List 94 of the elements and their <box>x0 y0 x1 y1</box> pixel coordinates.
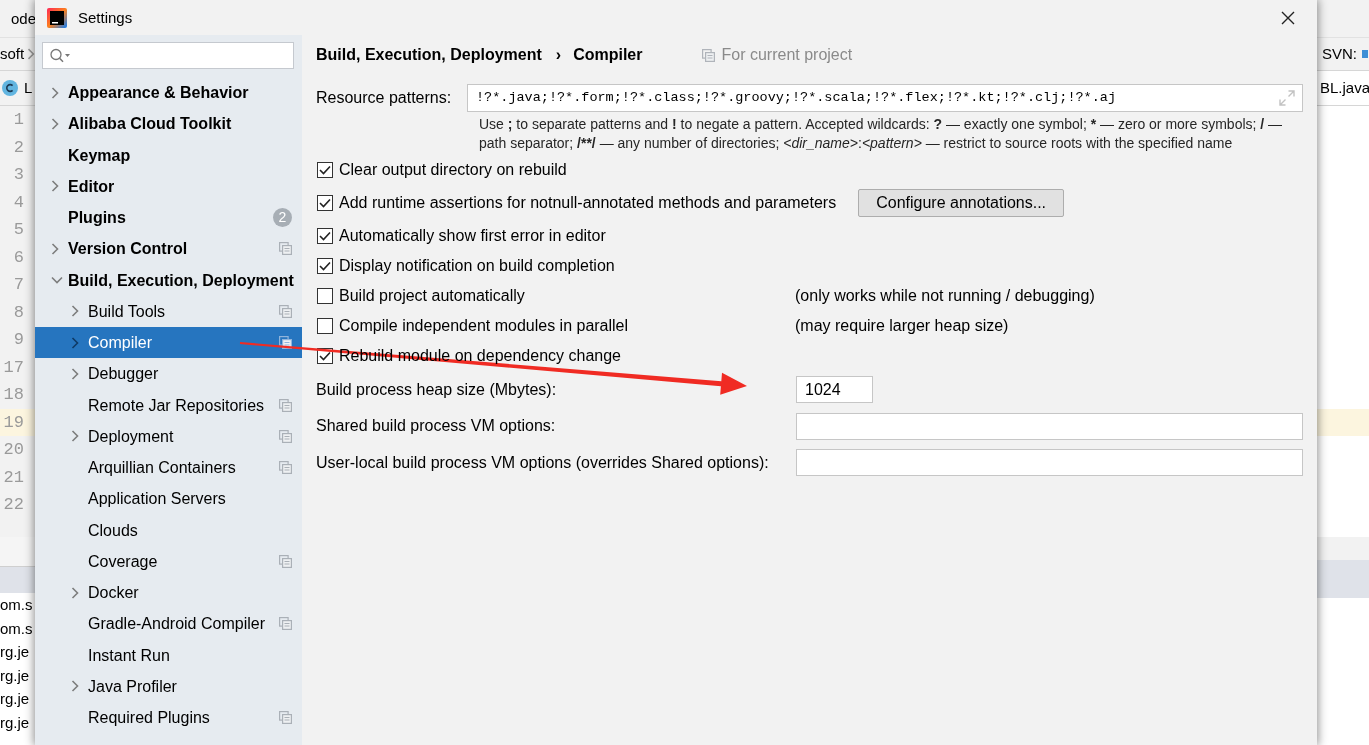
line-number: 4 <box>12 191 25 214</box>
chevron-right-icon[interactable] <box>51 242 59 255</box>
checkbox[interactable] <box>317 195 333 211</box>
line-number: 2 <box>12 136 25 159</box>
line-number: 3 <box>12 164 25 186</box>
line-number: 19 <box>0 408 35 436</box>
sidebar-item[interactable]: Instant Run <box>35 639 302 671</box>
sidebar-item[interactable]: Application Servers <box>35 483 302 515</box>
line-number: 22 <box>2 494 25 516</box>
chevron-right-icon[interactable] <box>51 117 59 130</box>
sidebar-item[interactable]: Editor <box>35 170 302 202</box>
checkbox-label[interactable]: Add runtime assertions for notnull-annotated methods and parameters <box>339 193 837 213</box>
copy-icon <box>702 48 716 62</box>
input-field[interactable]: !?*.java;!?*.form;!?*.class;!?*.groovy;!?*.scala;!?*.flex;!?*.kt;!?*.clj;!?*.aj <box>467 84 1303 112</box>
field-label: Build process heap size (Mbytes): <box>316 379 558 400</box>
sidebar-item[interactable]: Version Control <box>35 233 302 265</box>
chevron-right-icon[interactable] <box>51 86 59 99</box>
sidebar-item[interactable]: Plugins 2 <box>35 202 302 234</box>
checkbox-label[interactable]: Compile independent modules in parallel <box>339 316 629 336</box>
chevron-right-icon[interactable] <box>71 680 79 693</box>
checkbox-label[interactable]: Build project automatically <box>339 286 525 306</box>
console-line: om.s <box>0 595 34 615</box>
sidebar-item[interactable]: Gradle-Android Compiler <box>35 608 302 640</box>
vcs-label: SVN: <box>1322 45 1357 63</box>
input-field[interactable] <box>796 449 1303 476</box>
logo-icon <box>47 7 67 28</box>
sidebar-item[interactable]: Arquillian Containers <box>35 452 302 484</box>
line-number: 17 <box>2 356 25 379</box>
field-label: User-local build process VM options (overrides Shared options): <box>316 452 770 473</box>
count-badge: 2 <box>273 208 292 228</box>
window-title: Settings <box>78 8 133 27</box>
chevron-right-icon[interactable] <box>71 430 79 443</box>
line-number: 1 <box>12 109 25 131</box>
console-line: rg.je <box>0 665 31 686</box>
sidebar-item[interactable]: Keymap <box>35 139 302 171</box>
chevron-right-icon[interactable] <box>71 336 79 349</box>
sidebar-item[interactable]: Docker <box>35 577 302 609</box>
sidebar-item[interactable]: Build, Execution, Deployment <box>35 264 302 296</box>
breadcrumb-item: Compiler <box>573 45 643 65</box>
line-number: 18 <box>2 384 25 406</box>
checkbox[interactable] <box>317 318 333 334</box>
sidebar-item[interactable]: Coverage <box>35 545 302 577</box>
field-label: Shared build process VM options: <box>316 416 557 436</box>
chevron-right-icon[interactable] <box>51 180 59 193</box>
input-field[interactable] <box>796 412 1303 440</box>
checkbox[interactable] <box>317 288 333 304</box>
line-number: 5 <box>12 219 25 241</box>
tool-window-header <box>1317 560 1369 598</box>
class-icon <box>2 80 18 96</box>
sidebar-item[interactable]: Clouds <box>35 514 302 546</box>
sidebar-item[interactable]: Java Profiler <box>35 670 302 702</box>
chevron-down-icon[interactable] <box>51 276 63 285</box>
close-icon[interactable] <box>1281 10 1295 25</box>
console-line: om.s <box>0 618 34 639</box>
console-line: rg.je <box>0 642 31 662</box>
sidebar-item[interactable]: Remote Jar Repositories <box>35 389 302 421</box>
checkbox-label[interactable]: Display notification on build completion <box>339 256 615 276</box>
hint-text: (only works while not running / debugging) <box>795 286 1095 306</box>
checkbox[interactable] <box>317 162 333 178</box>
tab-label[interactable]: L <box>24 79 33 97</box>
hint-text: (may require larger heap size) <box>795 316 1009 336</box>
console-line: rg.je <box>0 689 31 709</box>
chevron-right-icon[interactable] <box>71 367 79 380</box>
line-number: 21 <box>2 466 25 489</box>
search-icon[interactable] <box>49 48 71 63</box>
console-line: rg.je <box>0 712 31 733</box>
help-text: Use ; to separate patterns and ! to negate a pattern. Accepted wildcards: ? — exactly one symbol; * — zero or more symbols; / — path separator; /**/ — any number of directories; <dir_name>:<pattern> — restrict to source roots with the specified name <box>479 115 1284 153</box>
chevron-right-icon[interactable] <box>71 586 79 599</box>
sidebar-item[interactable]: Build Tools <box>35 295 302 327</box>
sidebar-item[interactable]: Compiler <box>35 327 302 359</box>
line-number: 9 <box>12 329 25 351</box>
configure-button[interactable]: Configure annotations... <box>858 189 1065 217</box>
sidebar-item[interactable]: Alibaba Cloud Toolkit <box>35 108 302 140</box>
checkbox-label[interactable]: Automatically show first error in editor <box>339 226 606 246</box>
line-number: 6 <box>12 246 25 269</box>
breadcrumb-item: Build, Execution, Deployment <box>316 45 542 65</box>
checkbox[interactable] <box>317 258 333 274</box>
chevron-right-icon <box>27 48 35 60</box>
line-number: 7 <box>12 274 25 296</box>
line-number: 8 <box>12 301 25 324</box>
breadcrumb-separator: › <box>555 45 562 65</box>
sidebar-item[interactable]: Deployment <box>35 420 302 452</box>
chevron-right-icon[interactable] <box>71 305 79 318</box>
field-label: Resource patterns: <box>316 88 453 108</box>
expand-icon[interactable] <box>1279 90 1295 106</box>
input-field[interactable]: 1024 <box>796 376 873 403</box>
sidebar-item[interactable]: Debugger <box>35 358 302 390</box>
sidebar-item[interactable]: Required Plugins <box>35 702 302 734</box>
checkbox-label[interactable]: Clear output directory on rebuild <box>339 160 567 180</box>
sidebar-item[interactable]: Appearance & Behavior <box>35 77 302 109</box>
search-field[interactable] <box>42 42 294 69</box>
checkbox[interactable] <box>317 228 333 244</box>
scope-label: For current project <box>721 45 853 65</box>
line-number: 20 <box>2 439 25 461</box>
